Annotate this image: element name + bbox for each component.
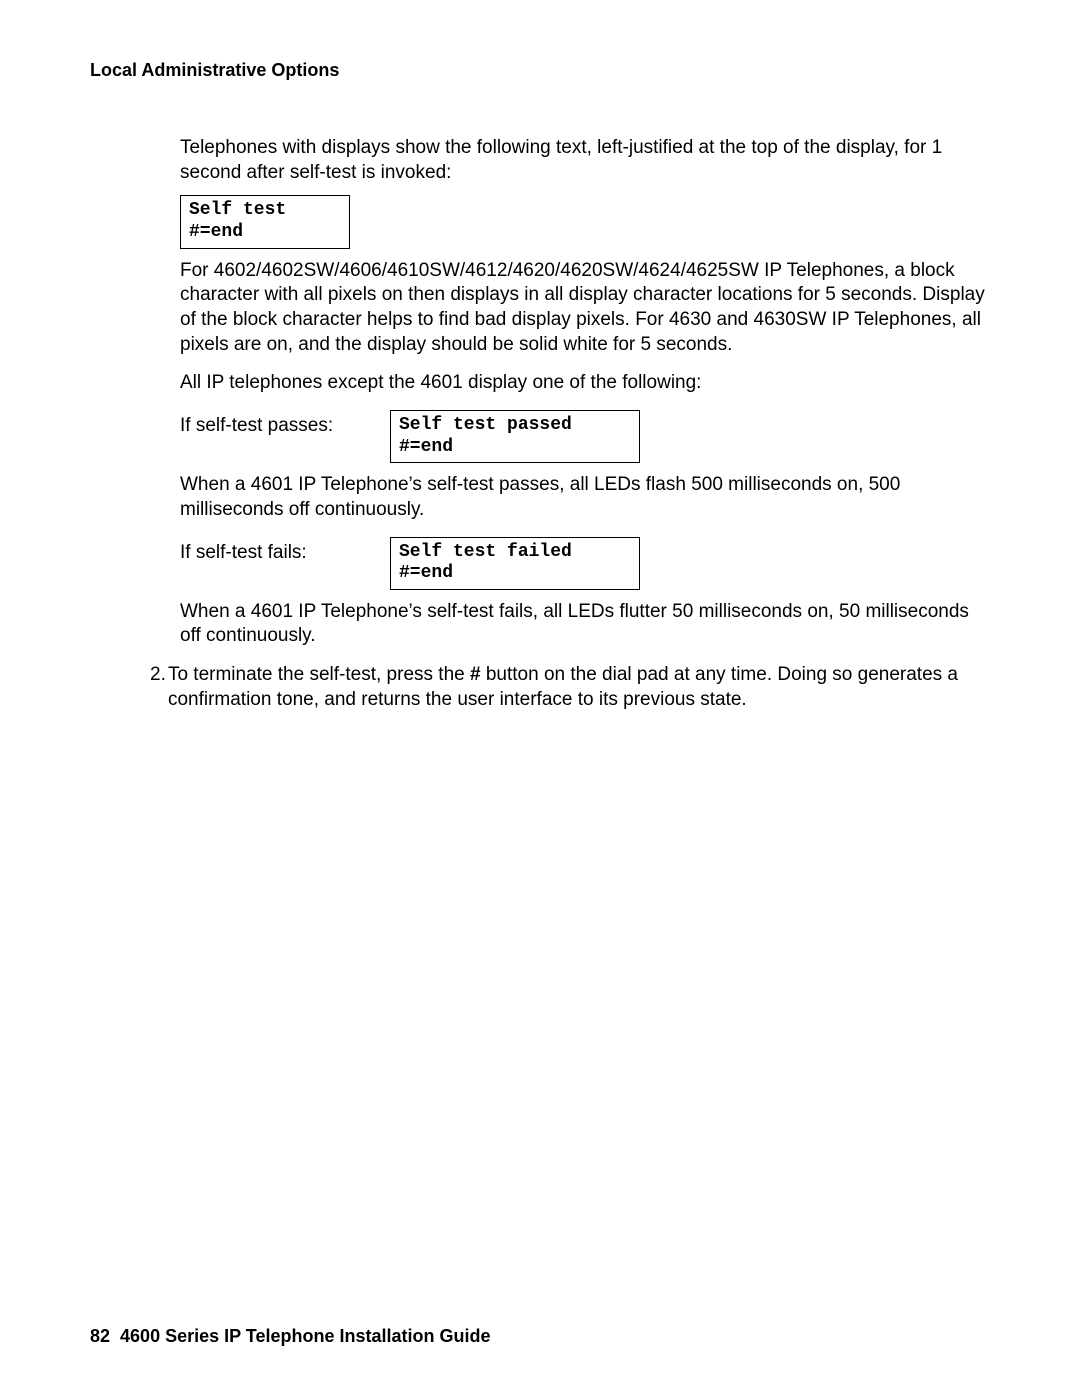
self-test-display-box: Self test #=end [180,195,350,248]
step-text: To terminate the self-test, press the # … [168,663,990,712]
hash-key: # [470,664,481,685]
pass-paragraph: When a 4601 IP Telephone’s self-test pas… [180,473,990,522]
body-content: Telephones with displays show the follow… [180,136,990,713]
fail-row: If self-test fails: Self test failed #=e… [180,537,990,590]
page-header: Local Administrative Options [90,60,990,81]
step-number: 2. [150,663,168,712]
step-2: 2. To terminate the self-test, press the… [180,663,990,712]
pass-row: If self-test passes: Self test passed #=… [180,410,990,463]
fail-label: If self-test fails: [180,537,390,566]
intro-paragraph: Telephones with displays show the follow… [180,136,990,185]
block-char-paragraph: For 4602/4602SW/4606/4610SW/4612/4620/46… [180,259,990,358]
page-footer: 82 4600 Series IP Telephone Installation … [90,1326,491,1347]
step-text-1: To terminate the self-test, press the [168,664,470,685]
page-number: 82 [90,1326,110,1346]
fail-paragraph: When a 4601 IP Telephone’s self-test fai… [180,600,990,649]
pass-display-box: Self test passed #=end [390,410,640,463]
footer-title: 4600 Series IP Telephone Installation Gu… [120,1326,490,1346]
page: Local Administrative Options Telephones … [0,0,1080,1397]
pass-label: If self-test passes: [180,410,390,439]
all-phones-paragraph: All IP telephones except the 4601 displa… [180,371,990,396]
fail-display-box: Self test failed #=end [390,537,640,590]
